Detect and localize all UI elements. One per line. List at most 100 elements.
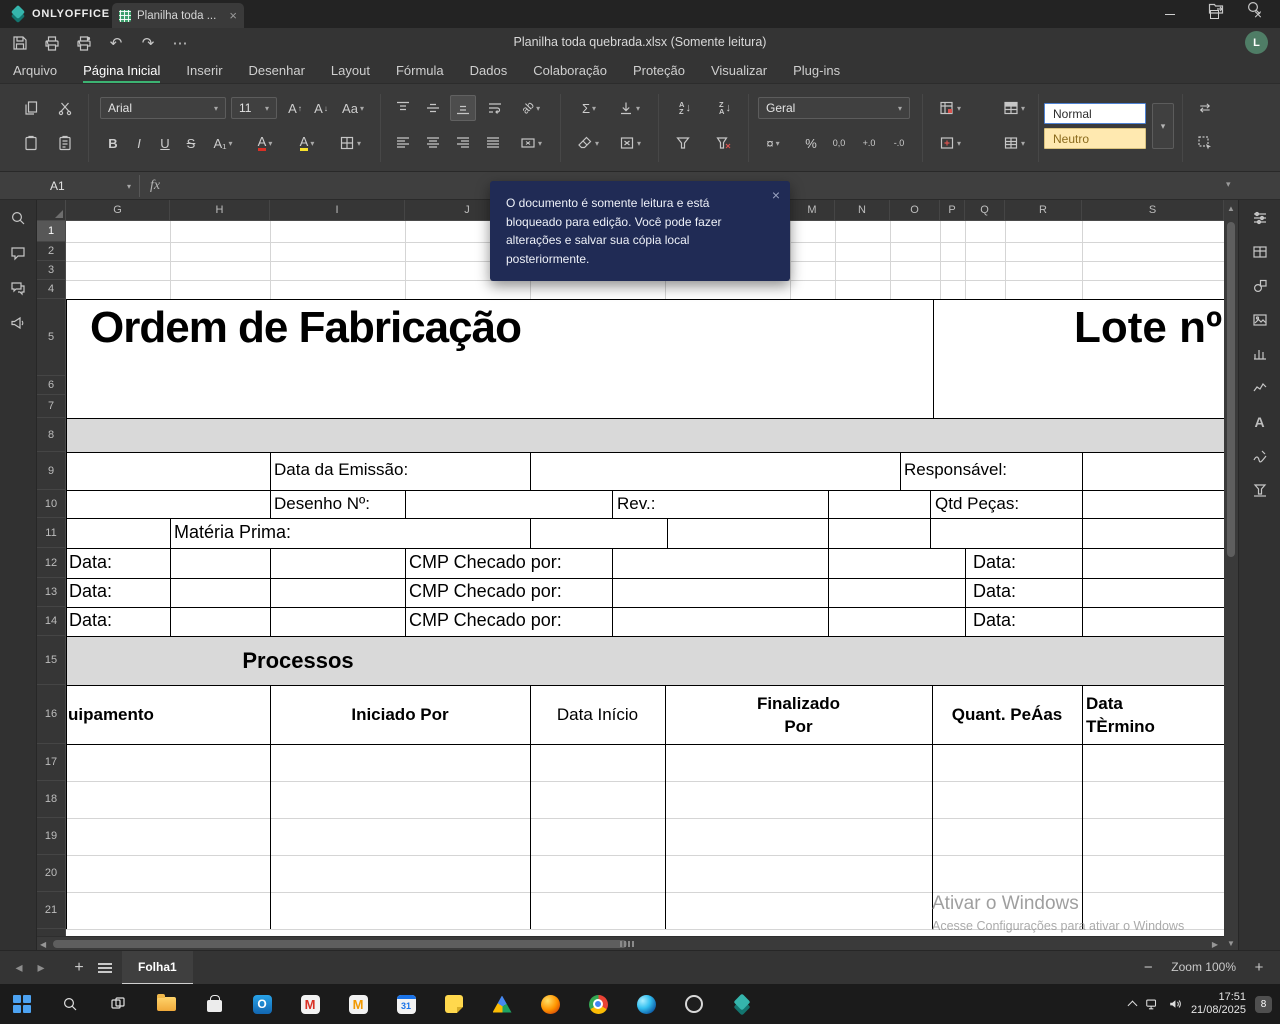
chart-settings-button[interactable] xyxy=(1247,341,1273,366)
column-header-o[interactable]: O xyxy=(890,200,940,220)
quick-print-button[interactable] xyxy=(72,31,96,55)
fill-button[interactable] xyxy=(612,95,646,121)
scroll-right-icon[interactable]: ▶ xyxy=(1212,940,1218,949)
outlook-button[interactable]: O xyxy=(250,992,274,1016)
print-button[interactable] xyxy=(40,31,64,55)
row-header-9[interactable]: 9 xyxy=(37,452,65,490)
align-middle-button[interactable] xyxy=(420,95,446,121)
cell-settings-button[interactable] xyxy=(1247,205,1273,230)
align-center-button[interactable] xyxy=(420,130,446,156)
align-bottom-button[interactable] xyxy=(450,95,476,121)
sticky-notes-button[interactable] xyxy=(442,992,466,1016)
shape-settings-button[interactable] xyxy=(1247,273,1273,298)
comma-style-button[interactable]: 0,0 xyxy=(826,130,852,156)
merge-cells-button[interactable] xyxy=(514,130,548,156)
horizontal-scrollbar[interactable]: ◀ ▶ xyxy=(37,936,1224,950)
decrease-decimal-button[interactable]: -.0 xyxy=(886,130,912,156)
menu-tab-inserir[interactable]: Inserir xyxy=(186,58,222,83)
text-art-settings-button[interactable]: A xyxy=(1247,409,1273,434)
column-header-h[interactable]: H xyxy=(170,200,270,220)
row-header-16[interactable]: 16 xyxy=(37,685,65,744)
column-header-g[interactable]: G xyxy=(66,200,170,220)
selection-mode-button[interactable] xyxy=(1192,130,1218,156)
number-format-select[interactable]: Geral xyxy=(758,97,910,119)
undo-button[interactable]: ↶ xyxy=(104,31,128,55)
row-header-11[interactable]: 11 xyxy=(37,518,65,548)
align-left-button[interactable] xyxy=(390,130,416,156)
add-sheet-button[interactable]: + xyxy=(68,957,90,979)
menu-tab-plugins[interactable]: Plug-ins xyxy=(793,58,840,83)
network-icon[interactable] xyxy=(1145,997,1159,1011)
table-settings-button[interactable] xyxy=(1247,239,1273,264)
column-header-m[interactable]: M xyxy=(790,200,835,220)
menu-tab-colaboracao[interactable]: Colaboração xyxy=(533,58,607,83)
insert-table-button[interactable] xyxy=(996,130,1032,156)
filter-button[interactable] xyxy=(670,130,696,156)
scroll-left-icon[interactable]: ◀ xyxy=(40,940,46,949)
decrease-font-button[interactable]: A xyxy=(308,95,334,121)
row-header-2[interactable]: 2 xyxy=(37,242,65,261)
notification-count-badge[interactable]: 8 xyxy=(1255,996,1272,1013)
insert-cells-button[interactable] xyxy=(932,130,968,156)
increase-decimal-button[interactable]: +.0 xyxy=(856,130,882,156)
zoom-in-button[interactable]: + xyxy=(1250,959,1268,976)
sheet-search-button[interactable] xyxy=(5,205,31,230)
justify-button[interactable] xyxy=(480,130,506,156)
cell-style-neutral[interactable]: Neutro xyxy=(1044,128,1146,149)
minimize-button[interactable] xyxy=(1148,0,1192,28)
vertical-scroll-thumb[interactable] xyxy=(1227,222,1235,557)
font-color-button[interactable]: A xyxy=(248,130,282,156)
paste-button[interactable] xyxy=(18,130,44,156)
calendar-button[interactable]: 31 xyxy=(394,992,418,1016)
name-box[interactable]: A1 xyxy=(40,175,140,197)
menu-tab-layout[interactable]: Layout xyxy=(331,58,370,83)
column-header-p[interactable]: P xyxy=(940,200,965,220)
firefox-button[interactable] xyxy=(538,992,562,1016)
column-header-q[interactable]: Q xyxy=(965,200,1005,220)
orientation-button[interactable]: ab xyxy=(514,95,548,121)
prev-sheet-button[interactable]: ◂ xyxy=(8,957,30,979)
sort-ascending-button[interactable]: AZ↓ xyxy=(670,95,700,121)
scroll-down-button[interactable]: ▼ xyxy=(1224,936,1238,950)
column-header-s[interactable]: S xyxy=(1082,200,1224,220)
file-explorer-button[interactable] xyxy=(154,992,178,1016)
save-button[interactable] xyxy=(8,31,32,55)
row-header-21[interactable]: 21 xyxy=(37,892,65,929)
start-button[interactable] xyxy=(10,992,34,1016)
spreadsheet-grid[interactable]: Ordem de Fabricação Lote nº Data da Emis… xyxy=(66,221,1224,936)
drive-button[interactable] xyxy=(490,992,514,1016)
format-painter-button[interactable] xyxy=(52,130,78,156)
column-header-i[interactable]: I xyxy=(270,200,405,220)
accounting-style-button[interactable]: ¤ xyxy=(756,130,790,156)
cut-button[interactable] xyxy=(52,95,78,121)
row-header-7[interactable]: 7 xyxy=(37,395,65,418)
strikethrough-button[interactable]: S xyxy=(178,130,204,156)
feedback-button[interactable] xyxy=(5,310,31,335)
scroll-grip[interactable] xyxy=(620,941,634,947)
comments-button[interactable] xyxy=(5,240,31,265)
font-size-select[interactable]: 11 xyxy=(231,97,277,119)
underline-button[interactable]: U xyxy=(152,130,178,156)
taskbar-search-button[interactable] xyxy=(58,992,82,1016)
menu-tab-visualizar[interactable]: Visualizar xyxy=(711,58,767,83)
formula-bar-expand-icon[interactable]: ▾ xyxy=(1226,179,1231,190)
redo-button[interactable]: ↷ xyxy=(136,31,160,55)
open-file-location-button[interactable] xyxy=(1208,0,1224,16)
increase-font-button[interactable]: A xyxy=(282,95,308,121)
row-header-4[interactable]: 4 xyxy=(37,280,65,299)
autosum-button[interactable]: Σ xyxy=(572,95,606,121)
scroll-up-icon[interactable]: ▲ xyxy=(1224,204,1238,213)
row-header-5[interactable]: 5 xyxy=(37,299,65,376)
bold-button[interactable]: B xyxy=(100,130,126,156)
notification-close-icon[interactable]: × xyxy=(772,188,780,202)
sparkline-settings-button[interactable] xyxy=(1247,375,1273,400)
document-tab[interactable]: Planilha toda ... × xyxy=(112,3,244,28)
format-as-table-button[interactable] xyxy=(996,95,1032,121)
menu-tab-desenhar[interactable]: Desenhar xyxy=(249,58,305,83)
row-header-18[interactable]: 18 xyxy=(37,781,65,818)
zoom-out-button[interactable]: − xyxy=(1139,959,1157,976)
row-header-17[interactable]: 17 xyxy=(37,744,65,781)
menu-tab-pagina-inicial[interactable]: Página Inicial xyxy=(83,58,160,83)
next-sheet-button[interactable]: ▸ xyxy=(30,957,52,979)
row-header-8[interactable]: 8 xyxy=(37,418,65,452)
